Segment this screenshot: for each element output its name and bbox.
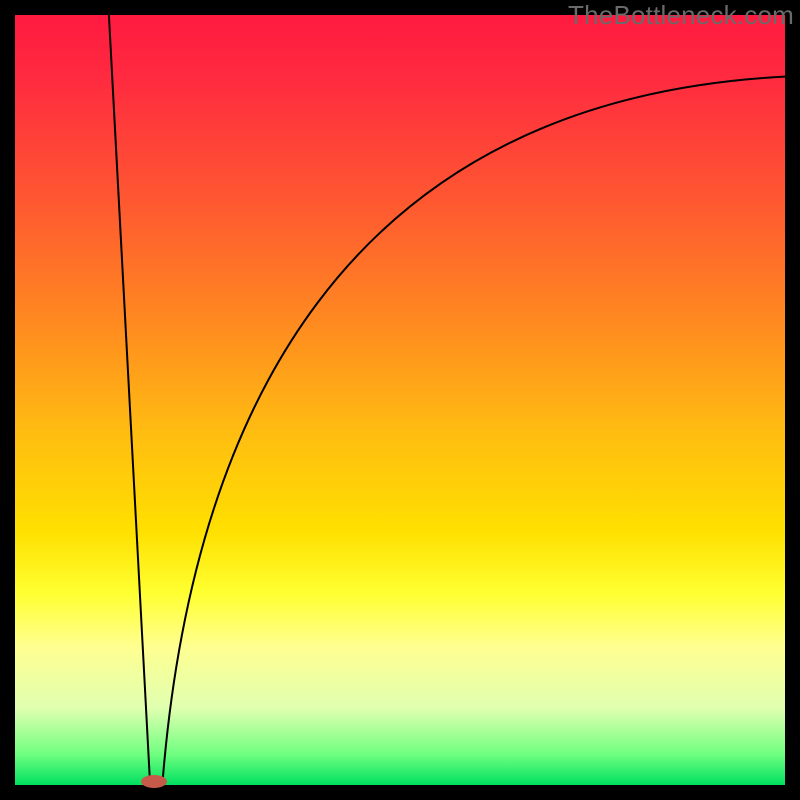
minimum-marker — [141, 775, 167, 788]
plot-area — [15, 15, 785, 785]
watermark-text: TheBottleneck.com — [568, 0, 794, 31]
curves-svg — [15, 15, 785, 785]
curve-right — [163, 77, 785, 779]
curve-left — [109, 15, 150, 779]
chart-frame: TheBottleneck.com — [0, 0, 800, 800]
